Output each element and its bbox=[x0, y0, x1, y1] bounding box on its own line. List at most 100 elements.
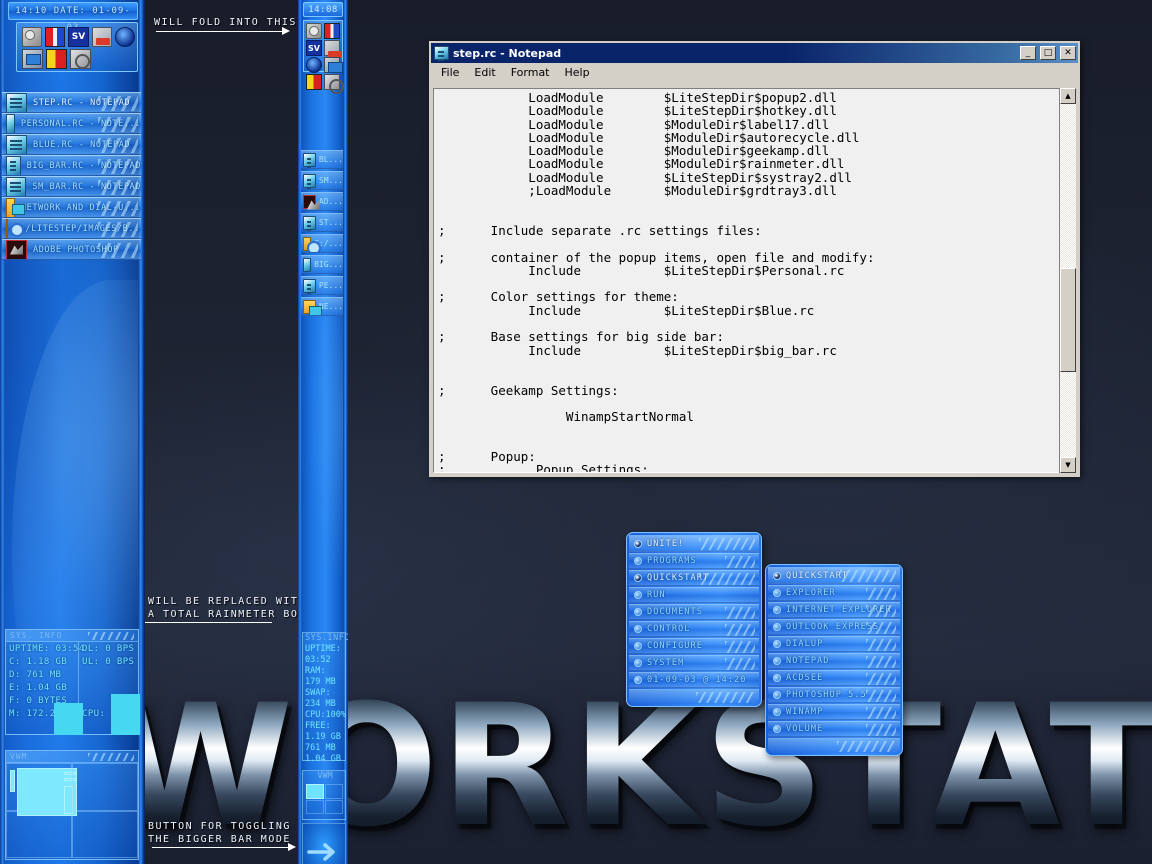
acrobat-icon[interactable] bbox=[91, 27, 112, 47]
menu-edit[interactable]: Edit bbox=[468, 65, 501, 80]
taskbar-item-label: STEP.RC - NOTEPAD bbox=[33, 97, 131, 108]
popup-item-quickstart[interactable]: QUICKSTART bbox=[629, 570, 759, 586]
small-vwm-grid[interactable] bbox=[303, 782, 345, 816]
popup-item-unite[interactable]: UNITE! bbox=[629, 535, 759, 552]
small-taskbar-item-4[interactable]: C:/... bbox=[301, 234, 343, 253]
submenu-arrow-icon bbox=[725, 658, 755, 670]
popup-item-configure[interactable]: CONFIGURE bbox=[629, 638, 759, 654]
vwm-desktop-2[interactable] bbox=[72, 763, 138, 811]
imaging-icon[interactable] bbox=[22, 49, 43, 69]
popup-item-run[interactable]: RUN bbox=[629, 587, 759, 603]
oval-icon[interactable] bbox=[306, 57, 322, 73]
small-system-tray[interactable]: SV bbox=[303, 20, 344, 94]
popup-item-control[interactable]: CONTROL bbox=[629, 621, 759, 637]
taskbar-item-adobe-photoshop[interactable]: ADOBE PHOTOSHOP bbox=[2, 239, 141, 260]
vwm-desktop-1[interactable] bbox=[6, 763, 77, 816]
litestep-popup-main[interactable]: UNITE! PROGRAMS QUICKSTART RUN DOCUMENTS… bbox=[626, 532, 762, 707]
tool-icon[interactable] bbox=[70, 49, 91, 69]
winzip-icon[interactable] bbox=[306, 74, 322, 90]
popup-sub-item-explorer[interactable]: EXPLORER bbox=[768, 585, 900, 601]
oval-icon[interactable] bbox=[114, 27, 136, 47]
system-tray[interactable]: SV bbox=[16, 22, 138, 72]
small-side-bar[interactable]: 14:08 SV BL... SM... AD... ST... C:/... … bbox=[298, 0, 348, 864]
photoshop-icon bbox=[6, 240, 27, 259]
notepad-icon bbox=[6, 177, 27, 196]
notepad-window[interactable]: step.rc - Notepad _ □ ✕ File Edit Format… bbox=[429, 41, 1080, 477]
notepad-menubar[interactable]: File Edit Format Help bbox=[431, 63, 1078, 82]
taskbar-item-big-bar-rc[interactable]: BIG_BAR.RC - NOTEPAD bbox=[2, 155, 141, 176]
small-taskbar-item-1[interactable]: SM... bbox=[301, 171, 343, 190]
sv-icon[interactable]: SV bbox=[306, 40, 322, 56]
popup-sub-item-photoshop[interactable]: PHOTOSHOP 5.5 bbox=[768, 687, 900, 703]
maximize-button[interactable]: □ bbox=[1040, 46, 1056, 60]
popup-item-documents[interactable]: DOCUMENTS bbox=[629, 604, 759, 620]
taskbar-item-sm-bar-rc[interactable]: SM_BAR.RC - NOTEPAD bbox=[2, 176, 141, 197]
notepad-text-area[interactable]: LoadModule $LiteStepDir$popup2.dll LoadM… bbox=[433, 88, 1061, 473]
notepad-title-text: step.rc - Notepad bbox=[453, 46, 562, 60]
menu-format[interactable]: Format bbox=[505, 65, 556, 80]
popup-item-system[interactable]: SYSTEM bbox=[629, 655, 759, 671]
litestep-popup-quickstart[interactable]: QUICKSTART EXPLORER INTERNET EXPLORER OU… bbox=[765, 564, 903, 756]
small-vwm-desktop-2[interactable] bbox=[325, 784, 343, 799]
popup-item-label: DIALUP bbox=[786, 639, 824, 649]
small-taskbar-item-7[interactable]: NE... bbox=[301, 297, 343, 316]
popup-sub-item-quickstart[interactable]: QUICKSTART bbox=[768, 567, 900, 584]
vwm-desktop-4[interactable] bbox=[72, 810, 138, 858]
taskbar-item-network-dialup[interactable]: NETWORK AND DIAL-U... bbox=[2, 197, 141, 218]
taskbar-item-personal-rc[interactable]: PERSONAL.RC - NOTE... bbox=[2, 113, 141, 134]
taskbar-item-label: C:/LITESTEP/IMAGES/B... bbox=[14, 223, 141, 234]
menu-file[interactable]: File bbox=[435, 65, 465, 80]
taskbar-item-step-rc[interactable]: STEP.RC - NOTEPAD bbox=[2, 92, 141, 113]
cpu-bar-graph bbox=[111, 694, 140, 735]
small-taskbar-item-label: SM... bbox=[318, 176, 343, 185]
popup-sub-item-notepad[interactable]: NOTEPAD bbox=[768, 653, 900, 669]
popup-sub-item-dialup[interactable]: DIALUP bbox=[768, 636, 900, 652]
winzip-icon[interactable] bbox=[46, 49, 67, 69]
imaging-icon[interactable] bbox=[324, 57, 343, 73]
small-clock-label: 14:08 bbox=[303, 2, 343, 17]
taskbar-item-label: PERSONAL.RC - NOTE... bbox=[20, 118, 141, 129]
submenu-arrow-icon bbox=[725, 556, 755, 568]
notepad-vertical-scrollbar[interactable]: ▲ ▼ bbox=[1059, 88, 1076, 473]
vwm-panel[interactable]: VWM bbox=[5, 750, 139, 860]
sv-icon[interactable]: SV bbox=[68, 27, 89, 47]
bar-mode-toggle-button[interactable] bbox=[302, 823, 346, 864]
big-side-bar[interactable]: 14:10 DATE: 01-09-03 SV STEP.RC - NOTEPA… bbox=[0, 0, 145, 864]
small-taskbar-item-0[interactable]: BL... bbox=[301, 150, 343, 169]
taskbar-item-blue-rc[interactable]: BLUE.RC - NOTEPAD bbox=[2, 134, 141, 155]
vwm-desktop-grid[interactable] bbox=[6, 763, 138, 858]
scroll-up-button[interactable]: ▲ bbox=[1060, 88, 1076, 104]
notepad-titlebar[interactable]: step.rc - Notepad _ □ ✕ bbox=[431, 43, 1078, 63]
vwm-desktop-3[interactable] bbox=[6, 810, 72, 858]
camera-icon[interactable] bbox=[22, 27, 43, 47]
small-taskbar-item-5[interactable]: BIG... bbox=[301, 255, 343, 274]
menu-help[interactable]: Help bbox=[559, 65, 596, 80]
popup-sub-item-winamp[interactable]: WINAMP bbox=[768, 704, 900, 720]
camera-icon[interactable] bbox=[306, 23, 322, 39]
popup-item-datetime[interactable]: 01-09-03 @ 14:20 bbox=[629, 672, 759, 688]
small-taskbar-item-6[interactable]: PE... bbox=[301, 276, 343, 295]
popup-sub-item-volume[interactable]: VOLUME bbox=[768, 721, 900, 737]
notepad-icon bbox=[6, 114, 15, 133]
small-vwm-panel[interactable]: VWM bbox=[302, 770, 346, 820]
editor-icon[interactable] bbox=[324, 23, 340, 39]
folder-icon bbox=[303, 299, 322, 315]
editor-icon[interactable] bbox=[45, 27, 66, 47]
popup-sub-item-outlook-express[interactable]: OUTLOOK EXPRESS bbox=[768, 619, 900, 635]
popup-item-programs[interactable]: PROGRAMS bbox=[629, 553, 759, 569]
popup-sub-item-acdsee[interactable]: ACDSEE bbox=[768, 670, 900, 686]
small-vwm-desktop-4[interactable] bbox=[325, 800, 343, 814]
small-vwm-desktop-1[interactable] bbox=[306, 784, 324, 799]
close-button[interactable]: ✕ bbox=[1060, 46, 1076, 60]
small-vwm-desktop-3[interactable] bbox=[306, 800, 324, 814]
scrollbar-thumb[interactable] bbox=[1060, 268, 1076, 372]
popup-sub-item-internet-explorer[interactable]: INTERNET EXPLORER bbox=[768, 602, 900, 618]
minimize-button[interactable]: _ bbox=[1020, 46, 1036, 60]
tool-icon[interactable] bbox=[324, 74, 344, 94]
scroll-down-button[interactable]: ▼ bbox=[1060, 457, 1076, 473]
taskbar-item-litestep-images[interactable]: C:/LITESTEP/IMAGES/B... bbox=[2, 218, 141, 239]
acrobat-icon[interactable] bbox=[324, 40, 342, 58]
small-taskbar-item-2[interactable]: AD... bbox=[301, 192, 343, 211]
small-taskbar-item-3[interactable]: ST... bbox=[301, 213, 343, 232]
bullet-icon bbox=[773, 640, 781, 648]
